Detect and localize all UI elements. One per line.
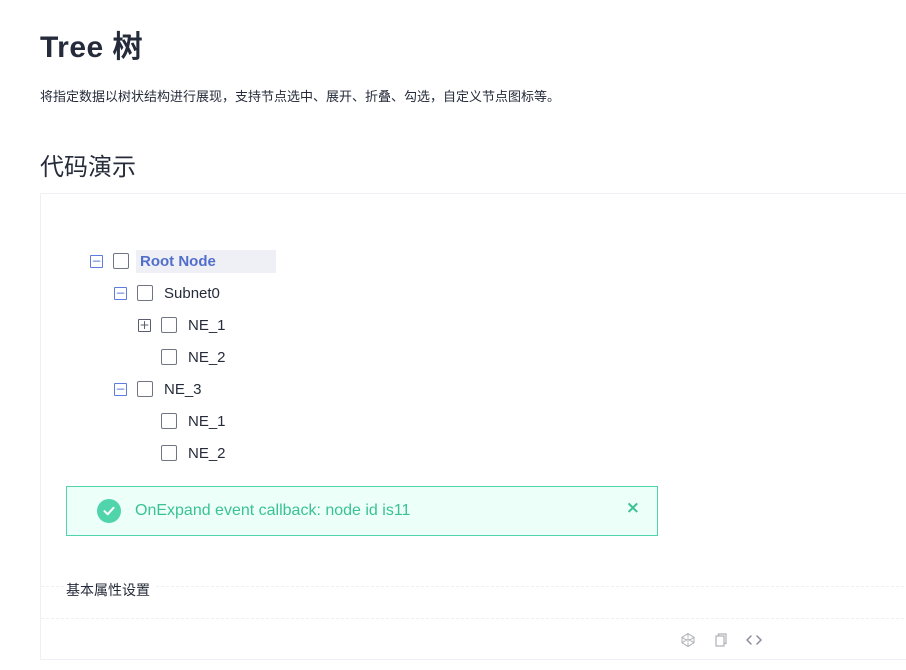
props-title: 基本属性设置	[66, 580, 154, 600]
expand-icon[interactable]: +	[138, 318, 151, 332]
divider	[41, 586, 906, 587]
tree-node-ne3[interactable]: − NE_3	[114, 376, 206, 402]
code-toolbar	[677, 630, 776, 650]
node-label[interactable]: NE_3	[160, 378, 206, 401]
check-circle-icon	[97, 499, 121, 523]
tree-node-ne1[interactable]: + NE_1	[138, 312, 230, 338]
node-label[interactable]: Root Node	[136, 249, 276, 273]
node-label[interactable]: NE_2	[184, 346, 230, 369]
divider	[41, 618, 906, 619]
page-description: 将指定数据以树状结构进行展现，支持节点选中、展开、折叠、勾选，自定义节点图标等。	[40, 89, 561, 104]
close-icon[interactable]: ×	[626, 498, 640, 518]
page-title: Tree 树	[40, 31, 144, 64]
success-alert: OnExpand event callback: node id is11 ×	[66, 486, 658, 536]
copy-icon[interactable]	[710, 630, 732, 650]
node-label[interactable]: NE_1	[184, 314, 230, 337]
node-checkbox[interactable]	[161, 445, 177, 461]
tree-node-subnet0[interactable]: − Subnet0	[114, 280, 224, 306]
alert-message: OnExpand event callback: node id is11	[135, 502, 411, 519]
node-checkbox[interactable]	[137, 381, 153, 397]
collapse-icon[interactable]: −	[114, 382, 127, 396]
node-label[interactable]: NE_1	[184, 410, 230, 433]
section-title: 代码演示	[40, 154, 136, 181]
tree-node-ne3-ne1[interactable]: NE_1	[138, 408, 230, 434]
node-checkbox[interactable]	[113, 253, 129, 269]
demo-box: − Root Node − Subnet0 + NE_1 NE_2 − NE_3	[40, 193, 906, 660]
node-checkbox[interactable]	[161, 317, 177, 333]
node-checkbox[interactable]	[161, 349, 177, 365]
collapse-icon[interactable]: −	[90, 254, 103, 268]
node-checkbox[interactable]	[137, 285, 153, 301]
node-label[interactable]: NE_2	[184, 442, 230, 465]
node-label[interactable]: Subnet0	[160, 282, 224, 305]
collapse-icon[interactable]: −	[114, 286, 127, 300]
tree-node-root[interactable]: − Root Node	[90, 248, 276, 274]
node-checkbox[interactable]	[161, 413, 177, 429]
codepen-icon[interactable]	[677, 630, 699, 650]
code-icon[interactable]	[743, 630, 765, 650]
tree-node-ne3-ne2[interactable]: NE_2	[138, 440, 230, 466]
tree-node-ne2[interactable]: NE_2	[138, 344, 230, 370]
